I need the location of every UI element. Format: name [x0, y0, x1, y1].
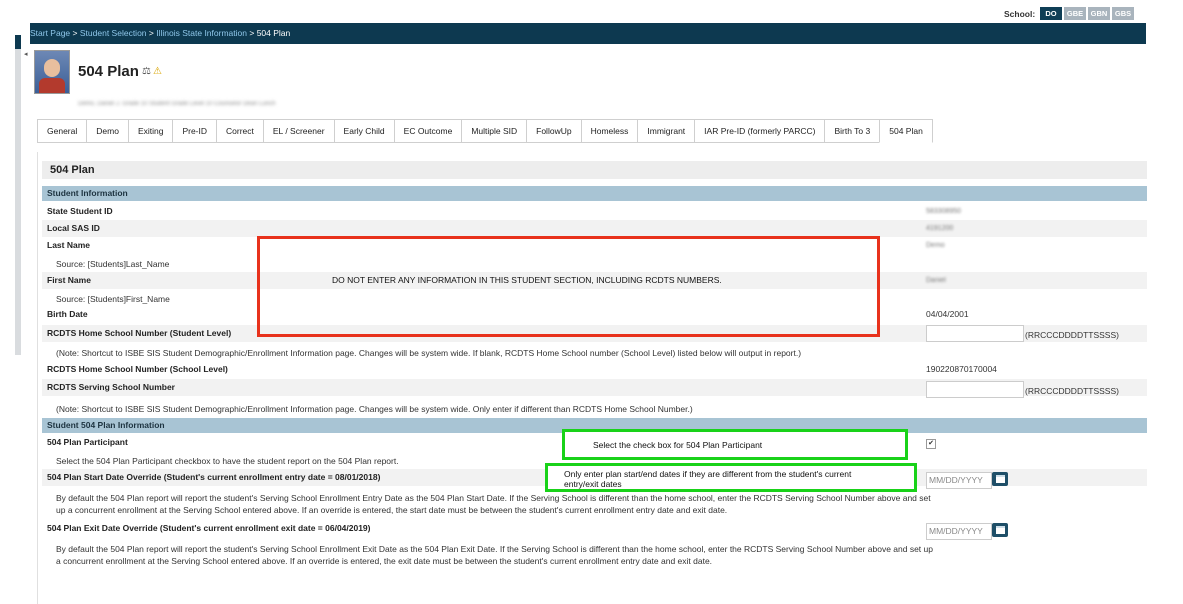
title-icons: ⚖ ⚠ — [142, 66, 162, 77]
tab-immigrant[interactable]: Immigrant — [637, 119, 695, 143]
start-date-label: 504 Plan Start Date Override (Student's … — [47, 472, 381, 482]
participant-checkbox[interactable]: ✔ — [926, 439, 936, 449]
participant-note: Select the 504 Plan Participant checkbox… — [56, 456, 399, 466]
birth-date-label: Birth Date — [47, 309, 88, 319]
breadcrumb-sep: > — [72, 28, 78, 38]
rcdts-serving-label: RCDTS Serving School Number — [47, 382, 175, 392]
content-panel: 504 Plan Student Information State Stude… — [37, 152, 1147, 604]
student-info-row: Demo, Daniel J. Grade 10 Student Grade L… — [78, 101, 276, 107]
tab-followup[interactable]: FollowUp — [526, 119, 581, 143]
tab-homeless[interactable]: Homeless — [580, 119, 638, 143]
left-scroll-rail[interactable] — [15, 35, 21, 355]
rcdts-home-student-input[interactable] — [926, 325, 1024, 342]
rcdts-serving-note: (Note: Shortcut to ISBE SIS Student Demo… — [56, 404, 693, 414]
green-annotation-text-1: Select the check box for 504 Plan Partic… — [593, 440, 763, 450]
red-annotation-box — [257, 236, 880, 337]
local-sas-id-value: 4191200 — [926, 225, 954, 232]
student-info-header: Student Information — [42, 186, 1147, 201]
collapse-arrow-icon[interactable]: ◂ — [24, 50, 28, 58]
rcdts-home-student-label: RCDTS Home School Number (Student Level) — [47, 328, 232, 338]
breadcrumb: Start Page > Student Selection > Illinoi… — [30, 23, 1146, 44]
exit-calendar-icon[interactable] — [992, 523, 1008, 537]
breadcrumb-start-page[interactable]: Start Page — [30, 28, 70, 38]
school-switcher: DO GBE GBN GBS — [1040, 7, 1134, 20]
tab-exiting[interactable]: Exiting — [127, 119, 173, 143]
page-title: 504 Plan — [78, 63, 139, 80]
red-annotation-text: DO NOT ENTER ANY INFORMATION IN THIS STU… — [332, 275, 722, 285]
school-button-do[interactable]: DO — [1040, 7, 1062, 20]
tab-el-screener[interactable]: EL / Screener — [262, 119, 334, 143]
tab-general[interactable]: General — [37, 119, 87, 143]
tab-multiple-sid[interactable]: Multiple SID — [461, 119, 527, 143]
birth-date-value: 04/04/2001 — [926, 309, 969, 319]
breadcrumb-illinois-state-info[interactable]: Illinois State Information — [156, 28, 247, 38]
rcdts-home-school-row: RCDTS Home School Number (School Level) … — [42, 361, 1147, 378]
exit-date-label: 504 Plan Exit Date Override (Student's c… — [47, 523, 371, 533]
section-title: 504 Plan — [42, 161, 1147, 179]
first-name-value: Daniel — [926, 277, 946, 284]
last-name-label: Last Name — [47, 240, 90, 250]
breadcrumb-student-selection[interactable]: Student Selection — [80, 28, 147, 38]
exit-date-note: By default the 504 Plan report will repo… — [56, 544, 933, 566]
tab-pre-id[interactable]: Pre-ID — [172, 119, 217, 143]
scale-icon[interactable]: ⚖ — [142, 66, 151, 77]
tab-bar: General Demo Exiting Pre-ID Correct EL /… — [37, 119, 933, 143]
tab-correct[interactable]: Correct — [216, 119, 263, 143]
tab-demo[interactable]: Demo — [86, 119, 128, 143]
rcdts-serving-input[interactable] — [926, 381, 1024, 398]
rcdts-serving-format: (RRCCCDDDDTTSSSS) — [1025, 386, 1119, 396]
last-name-source: Source: [Students]Last_Name — [56, 259, 170, 269]
local-sas-id-row: Local SAS ID 4191200 — [42, 220, 1147, 237]
first-name-source: Source: [Students]First_Name — [56, 294, 170, 304]
rcdts-home-format: (RRCCCDDDDTTSSSS) — [1025, 330, 1119, 340]
school-button-gbe[interactable]: GBE — [1064, 7, 1086, 20]
rcdts-home-school-value: 190220870170004 — [926, 364, 997, 374]
tab-birth-to-3[interactable]: Birth To 3 — [824, 119, 880, 143]
tab-early-child[interactable]: Early Child — [333, 119, 394, 143]
tab-iar-pre-id[interactable]: IAR Pre-ID (formerly PARCC) — [694, 119, 825, 143]
green-annotation-text-2: Only enter plan start/end dates if they … — [564, 469, 852, 489]
school-button-gbn[interactable]: GBN — [1088, 7, 1110, 20]
rcdts-home-school-label: RCDTS Home School Number (School Level) — [47, 364, 228, 374]
start-calendar-icon[interactable] — [992, 472, 1008, 486]
state-student-id-row: State Student ID 583308950 — [42, 203, 1147, 220]
breadcrumb-current: 504 Plan — [256, 28, 291, 38]
student-avatar — [34, 50, 70, 94]
start-date-input[interactable]: MM/DD/YYYY — [926, 472, 992, 489]
participant-label: 504 Plan Participant — [47, 437, 128, 447]
tab-504-plan[interactable]: 504 Plan — [879, 119, 933, 143]
first-name-label: First Name — [47, 275, 91, 285]
last-name-value: Demo — [926, 242, 945, 249]
tab-ec-outcome[interactable]: EC Outcome — [393, 119, 462, 143]
exit-date-input[interactable]: MM/DD/YYYY — [926, 523, 992, 540]
local-sas-id-label: Local SAS ID — [47, 223, 100, 233]
state-student-id-label: State Student ID — [47, 206, 113, 216]
state-student-id-value: 583308950 — [926, 208, 962, 215]
rcdts-home-note: (Note: Shortcut to ISBE SIS Student Demo… — [56, 348, 802, 358]
school-label: School: — [1004, 9, 1036, 19]
start-date-note: By default the 504 Plan report will repo… — [56, 493, 931, 515]
breadcrumb-sep: > — [148, 28, 154, 38]
breadcrumb-sep: > — [249, 28, 255, 38]
warning-icon[interactable]: ⚠ — [153, 66, 162, 77]
school-button-gbs[interactable]: GBS — [1112, 7, 1134, 20]
left-rail-handle[interactable] — [15, 35, 21, 49]
